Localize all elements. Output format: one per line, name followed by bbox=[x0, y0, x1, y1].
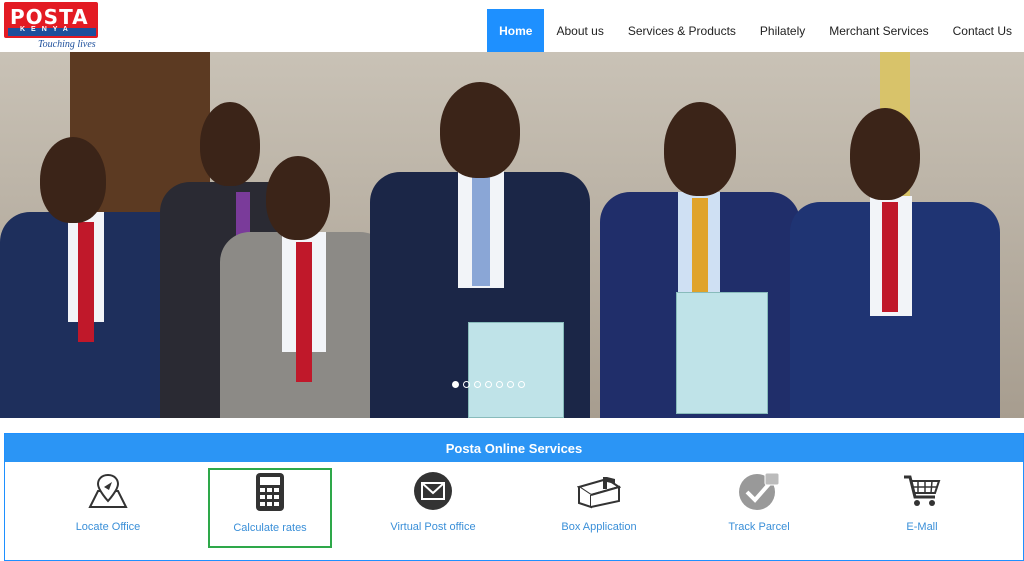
check-badge-icon bbox=[737, 469, 781, 513]
carousel-dot[interactable] bbox=[463, 381, 470, 388]
nav-home[interactable]: Home bbox=[487, 9, 545, 53]
services-row: Locate Office Calculate rates Virtual Po… bbox=[5, 468, 1023, 549]
person-figure bbox=[790, 92, 1000, 418]
online-services-panel: Posta Online Services Locate Office Calc… bbox=[4, 433, 1024, 561]
logo-tagline: Touching lives bbox=[38, 39, 96, 50]
nav-contact-us[interactable]: Contact Us bbox=[941, 9, 1024, 53]
service-label: Calculate rates bbox=[233, 522, 307, 534]
service-box-application[interactable]: Box Application bbox=[537, 469, 661, 549]
service-track-parcel[interactable]: Track Parcel bbox=[697, 469, 821, 549]
service-calculate-rates[interactable]: Calculate rates bbox=[208, 468, 332, 548]
nav-philately[interactable]: Philately bbox=[748, 9, 817, 53]
envelope-icon bbox=[413, 469, 453, 513]
service-e-mall[interactable]: E-Mall bbox=[860, 469, 984, 549]
service-label: Track Parcel bbox=[728, 521, 790, 533]
service-locate-office[interactable]: Locate Office bbox=[46, 469, 170, 549]
signed-document bbox=[676, 292, 768, 414]
service-label: Locate Office bbox=[75, 521, 141, 533]
logo-badge: POSTA KENYA bbox=[4, 2, 98, 38]
carousel-dot[interactable] bbox=[507, 381, 514, 388]
calculator-icon bbox=[255, 470, 285, 514]
main-nav: Home About us Services & Products Philat… bbox=[487, 9, 1024, 53]
service-label: Virtual Post office bbox=[390, 521, 476, 533]
logo-subtext: KENYA bbox=[20, 26, 74, 33]
carousel-indicators bbox=[452, 381, 525, 388]
services-title: Posta Online Services bbox=[5, 434, 1023, 462]
site-header: POSTA KENYA Touching lives Home About us… bbox=[0, 0, 1024, 53]
carousel-dot[interactable] bbox=[518, 381, 525, 388]
nav-merchant-services[interactable]: Merchant Services bbox=[817, 9, 940, 53]
carousel-dot[interactable] bbox=[474, 381, 481, 388]
carousel-dot[interactable] bbox=[452, 381, 459, 388]
person-figure bbox=[220, 122, 390, 418]
map-pin-icon bbox=[86, 469, 130, 513]
hero-carousel[interactable] bbox=[0, 52, 1024, 418]
carousel-dot[interactable] bbox=[496, 381, 503, 388]
service-label: E-Mall bbox=[906, 521, 938, 533]
nav-about-us[interactable]: About us bbox=[544, 9, 615, 53]
signed-document bbox=[468, 322, 564, 418]
shopping-cart-icon bbox=[902, 469, 942, 513]
carousel-dot[interactable] bbox=[485, 381, 492, 388]
service-label: Box Application bbox=[561, 521, 637, 533]
mailbox-icon bbox=[577, 469, 621, 513]
posta-logo[interactable]: POSTA KENYA Touching lives bbox=[4, 2, 98, 52]
service-virtual-post-office[interactable]: Virtual Post office bbox=[371, 469, 495, 549]
nav-services-products[interactable]: Services & Products bbox=[616, 9, 748, 53]
